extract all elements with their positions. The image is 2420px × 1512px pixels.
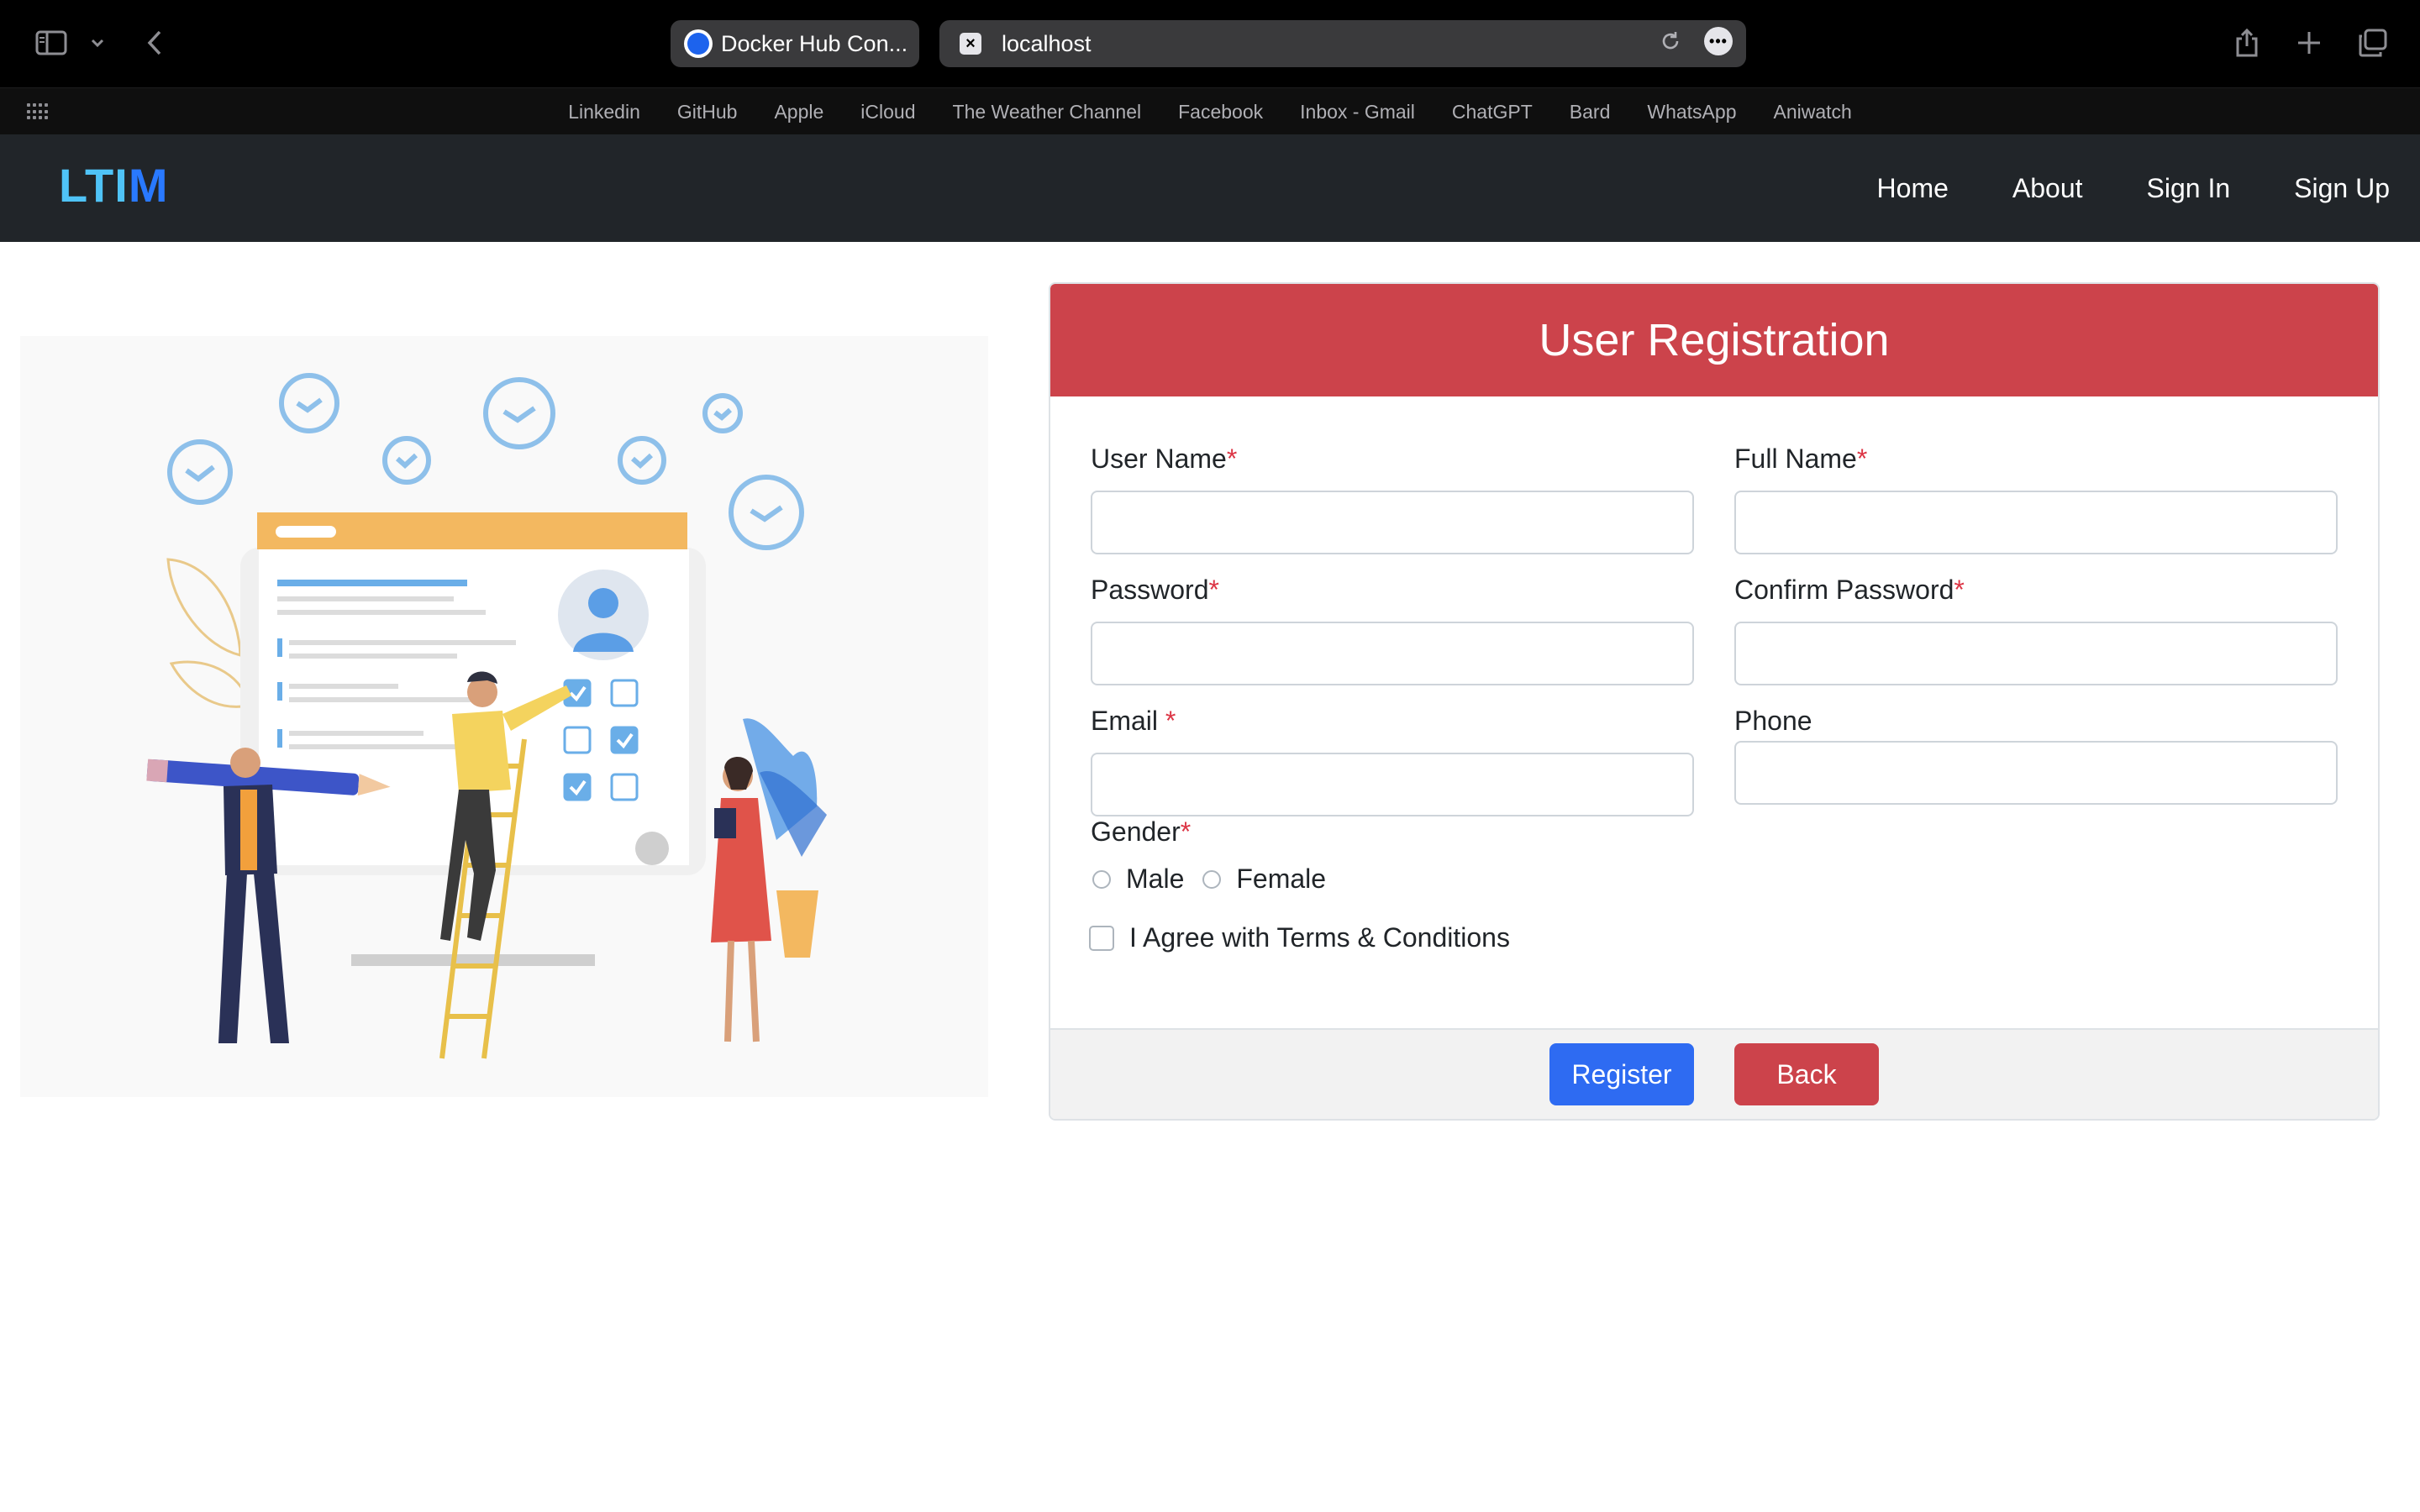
bookmark-icloud[interactable]: iCloud <box>860 101 915 123</box>
email-input[interactable] <box>1091 753 1694 816</box>
username-input[interactable] <box>1091 491 1694 554</box>
bookmark-apple[interactable]: Apple <box>774 101 823 123</box>
card-footer: Register Back <box>1050 1028 2378 1119</box>
gender-male-radio[interactable] <box>1092 869 1111 889</box>
gender-options: Male Female <box>1092 864 1344 895</box>
close-tab-icon[interactable]: × <box>960 33 981 55</box>
bookmarks-bar: Linkedin GitHub Apple iCloud The Weather… <box>0 87 2420 134</box>
tab-docker-hub[interactable]: Docker Hub Con... <box>671 20 919 67</box>
tab-title: localhost <box>1002 30 1092 56</box>
fullname-label: Full Name* <box>1734 444 1868 474</box>
bookmark-linkedin[interactable]: Linkedin <box>568 101 640 123</box>
bookmark-chatgpt[interactable]: ChatGPT <box>1452 101 1533 123</box>
bookmark-gmail[interactable]: Inbox - Gmail <box>1300 101 1415 123</box>
terms-label[interactable]: I Agree with Terms & Conditions <box>1129 922 1510 953</box>
gender-female-radio[interactable] <box>1202 869 1222 889</box>
bookmark-github[interactable]: GitHub <box>677 101 738 123</box>
gender-male-label[interactable]: Male <box>1126 864 1184 895</box>
chevron-down-icon[interactable] <box>87 18 108 67</box>
tab-title: Docker Hub Con... <box>721 30 908 56</box>
back-button[interactable]: Back <box>1734 1043 1879 1105</box>
bookmark-weather-channel[interactable]: The Weather Channel <box>953 101 1142 123</box>
email-label: Email * <box>1091 706 1176 736</box>
terms-checkbox[interactable] <box>1089 925 1114 951</box>
gender-label: Gender* <box>1091 816 1192 847</box>
phone-label: Phone <box>1734 706 1812 736</box>
new-tab-icon[interactable] <box>2294 18 2324 67</box>
reload-icon[interactable] <box>1659 29 1682 53</box>
docker-favicon-icon <box>684 29 713 58</box>
more-options-icon[interactable]: ••• <box>1704 27 1733 55</box>
username-label: User Name* <box>1091 444 1238 474</box>
nav-home-link[interactable]: Home <box>1845 173 1981 204</box>
registration-form: User Name* Full Name* Password* Confirm … <box>1050 396 2378 1032</box>
nav-about-link[interactable]: About <box>1981 173 2115 204</box>
gender-female-label[interactable]: Female <box>1236 864 1326 895</box>
registration-card: User Registration User Name* Full Name* … <box>1049 282 2380 1121</box>
password-label: Password* <box>1091 575 1219 605</box>
card-title: User Registration <box>1050 284 2378 396</box>
register-button[interactable]: Register <box>1549 1043 1694 1105</box>
terms-row: I Agree with Terms & Conditions <box>1089 922 1510 953</box>
fullname-input[interactable] <box>1734 491 2338 554</box>
bookmark-facebook[interactable]: Facebook <box>1178 101 1263 123</box>
tab-localhost[interactable]: × localhost ••• <box>939 20 1746 67</box>
back-arrow-icon[interactable] <box>139 18 170 67</box>
bookmark-whatsapp[interactable]: WhatsApp <box>1647 101 1736 123</box>
site-navbar: LTIM Home About Sign In Sign Up <box>0 134 2420 242</box>
password-input[interactable] <box>1091 622 1694 685</box>
nav-sign-up-link[interactable]: Sign Up <box>2262 173 2390 204</box>
phone-input[interactable] <box>1734 741 2338 805</box>
share-icon[interactable] <box>2232 18 2262 67</box>
sidebar-toggle-icon[interactable] <box>32 18 71 67</box>
bookmark-bard[interactable]: Bard <box>1570 101 1611 123</box>
confirm-password-label: Confirm Password* <box>1734 575 1965 605</box>
registration-illustration <box>20 336 988 1097</box>
nav-sign-in-link[interactable]: Sign In <box>2115 173 2263 204</box>
bookmark-aniwatch[interactable]: Aniwatch <box>1773 101 1851 123</box>
browser-toolbar: Docker Hub Con... × localhost ••• <box>0 0 2420 87</box>
confirm-password-input[interactable] <box>1734 622 2338 685</box>
brand-logo[interactable]: LTIM <box>59 158 168 213</box>
tab-overview-icon[interactable] <box>2356 18 2388 67</box>
